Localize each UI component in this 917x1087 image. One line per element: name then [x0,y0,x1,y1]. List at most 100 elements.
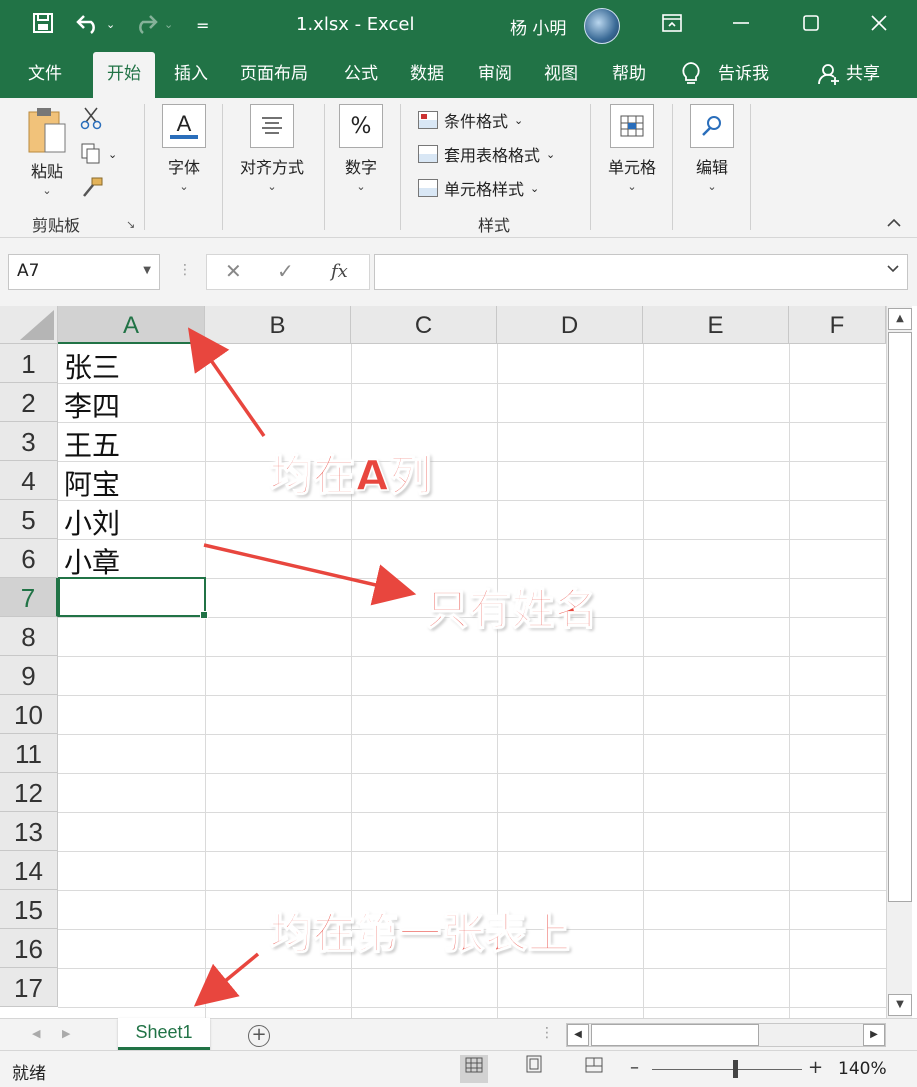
tell-me[interactable]: 告诉我 [718,52,769,98]
add-sheet-icon[interactable]: + [248,1025,270,1047]
zoom-level[interactable]: 140% [838,1059,887,1079]
redo-icon[interactable] [132,12,158,39]
tab-insert[interactable]: 插入 [174,52,208,98]
maximize-icon[interactable] [796,10,826,40]
zoom-slider[interactable] [652,1069,802,1070]
cell-a3[interactable]: 王五 [64,424,120,464]
annotation-sheet-note: 均在第一张表上 [269,908,572,959]
enter-icon[interactable]: ✓ [277,259,294,283]
formula-input[interactable] [374,254,908,290]
tab-view[interactable]: 视图 [544,52,578,98]
zoom-out-button[interactable]: – [630,1057,639,1078]
row-header[interactable]: 1 [0,344,58,383]
insert-function-icon[interactable]: fx [331,261,348,282]
tab-review[interactable]: 审阅 [478,52,512,98]
expand-formula-icon[interactable] [887,265,899,276]
tab-page-layout[interactable]: 页面布局 [240,52,308,98]
name-box[interactable]: A7 ▼ [8,254,160,290]
conditional-format-button[interactable]: 条件格式 ⌄ [418,108,523,132]
share-icon[interactable] [818,52,840,98]
row-header[interactable]: 4 [0,461,58,500]
row-header[interactable]: 3 [0,422,58,461]
lightbulb-icon[interactable] [680,52,702,98]
row-header[interactable]: 9 [0,656,58,695]
cell-a5[interactable]: 小刘 [64,502,120,542]
column-header-d[interactable]: D [497,306,643,344]
tab-file[interactable]: 文件 [28,52,62,98]
column-header-a[interactable]: A [58,306,205,344]
normal-view-icon[interactable] [460,1055,488,1083]
copy-icon[interactable]: ⌄ [80,142,117,166]
row-header[interactable]: 13 [0,812,58,851]
scroll-up-icon[interactable]: ▲ [888,308,912,330]
scroll-thumb[interactable] [888,332,912,902]
undo-icon[interactable] [76,12,102,39]
cells-button[interactable]: 单元格 ⌄ [604,104,660,193]
sheet-tab-sheet1[interactable]: Sheet1 [118,1018,210,1050]
chevron-down-icon[interactable]: ▼ [143,265,151,276]
user-name[interactable]: 杨 小明 [510,14,566,39]
dialog-launcher-icon[interactable]: ↘ [126,218,135,231]
row-header[interactable]: 6 [0,539,58,578]
horizontal-scrollbar[interactable]: ◀ ▶ [566,1023,886,1047]
row-header[interactable]: 17 [0,968,58,1007]
editing-button[interactable]: 编辑 ⌄ [688,104,736,193]
scroll-right-icon[interactable]: ▶ [863,1024,885,1046]
row-header[interactable]: 16 [0,929,58,968]
number-button[interactable]: % 数字 ⌄ [338,104,384,193]
tab-formulas[interactable]: 公式 [344,52,378,98]
page-layout-view-icon[interactable] [520,1055,548,1083]
sheet-prev-icon[interactable]: ◀ [32,1027,40,1040]
row-header[interactable]: 15 [0,890,58,929]
column-header-b[interactable]: B [205,306,351,344]
column-header-c[interactable]: C [351,306,497,344]
row-header[interactable]: 12 [0,773,58,812]
row-header[interactable]: 8 [0,617,58,656]
customize-quick-access-icon[interactable]: = [196,16,209,35]
zoom-in-button[interactable]: + [808,1057,823,1078]
format-as-table-button[interactable]: 套用表格格式 ⌄ [418,142,555,166]
font-button[interactable]: A 字体 ⌄ [160,104,208,193]
column-header-e[interactable]: E [643,306,789,344]
vertical-scrollbar[interactable]: ▲ ▼ [886,306,912,1018]
minimize-icon[interactable] [726,10,756,40]
cell-a2[interactable]: 李四 [64,385,120,425]
cancel-icon[interactable]: ✕ [225,259,242,283]
paste-button[interactable]: 粘贴 ⌄ [22,104,72,197]
tab-home[interactable]: 开始 [93,52,155,98]
row-header[interactable]: 2 [0,383,58,422]
zoom-slider-thumb[interactable] [733,1060,738,1078]
cell-a4[interactable]: 阿宝 [64,463,120,503]
cell-styles-button[interactable]: 单元格样式 ⌄ [418,176,539,200]
share-button[interactable]: 共享 [846,52,880,98]
row-header[interactable]: 5 [0,500,58,539]
cell-a6[interactable]: 小章 [64,541,120,581]
format-painter-icon[interactable] [80,176,104,198]
tab-data[interactable]: 数据 [410,52,444,98]
scroll-thumb[interactable] [591,1024,759,1046]
row-header[interactable]: 7 [0,578,58,617]
select-all-button[interactable] [0,306,58,344]
close-icon[interactable] [864,10,894,40]
tab-help[interactable]: 帮助 [612,52,646,98]
undo-dropdown-icon[interactable]: ⌄ [106,18,115,31]
drag-handle-icon[interactable]: ⋮ [178,262,192,278]
alignment-button[interactable]: 对齐方式 ⌄ [234,104,310,193]
active-cell-a7[interactable] [58,577,208,619]
scroll-down-icon[interactable]: ▼ [888,994,912,1016]
collapse-ribbon-icon[interactable] [886,216,902,232]
save-icon[interactable] [32,12,54,39]
page-break-view-icon[interactable] [580,1055,608,1083]
drag-handle-icon[interactable]: ⋮ [540,1025,554,1041]
row-header[interactable]: 10 [0,695,58,734]
cut-icon[interactable] [80,106,102,130]
scroll-left-icon[interactable]: ◀ [567,1024,589,1046]
cell-a1[interactable]: 张三 [64,346,120,386]
ribbon-display-icon[interactable] [657,10,687,40]
row-header[interactable]: 14 [0,851,58,890]
redo-dropdown-icon[interactable]: ⌄ [164,18,173,31]
avatar[interactable] [584,8,620,44]
sheet-next-icon[interactable]: ▶ [62,1027,70,1040]
row-header[interactable]: 11 [0,734,58,773]
column-header-f[interactable]: F [789,306,886,344]
